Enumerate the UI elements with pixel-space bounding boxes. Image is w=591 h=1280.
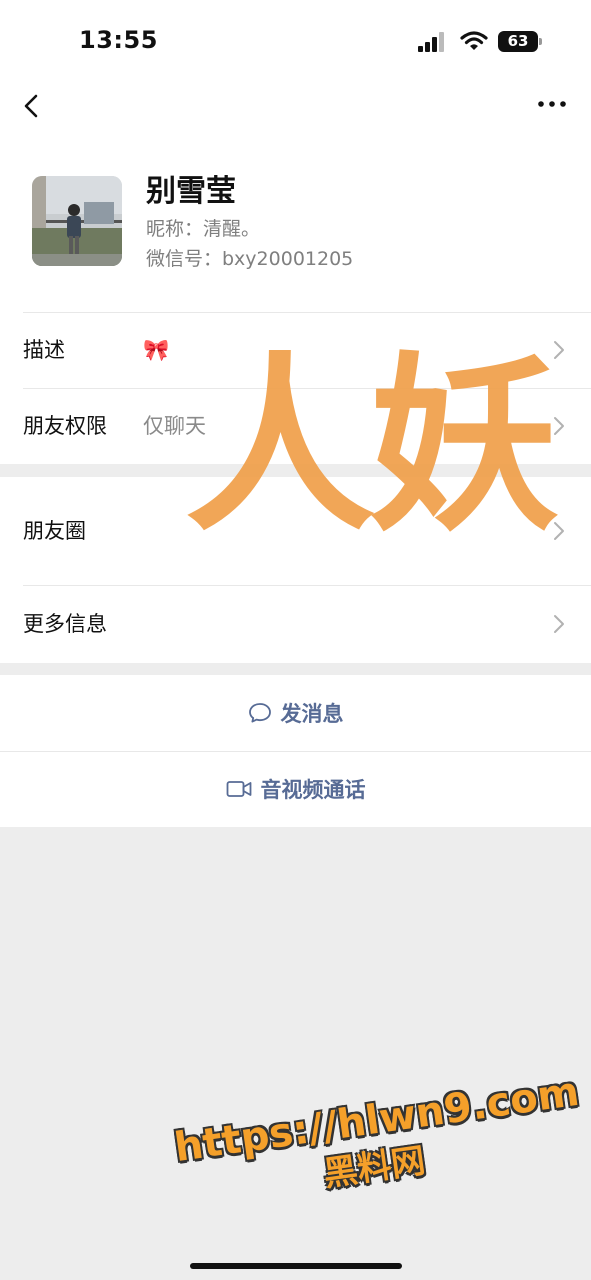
- video-camera-icon: [226, 781, 251, 797]
- wifi-icon: [460, 31, 488, 50]
- row-moments-label: 朋友圈: [23, 519, 86, 543]
- ellipsis-icon[interactable]: [536, 92, 568, 116]
- chevron-right-icon: [554, 341, 564, 359]
- battery-indicator: 63: [498, 30, 542, 52]
- watermark-text: 人妖: [185, 336, 559, 557]
- chevron-left-icon[interactable]: [18, 88, 46, 124]
- chevron-right-icon: [554, 522, 564, 540]
- row-permission-label: 朋友权限: [23, 414, 107, 438]
- avatar-photo: [32, 176, 122, 266]
- url-watermark: https://hlwn9.com 黑料网: [172, 1069, 582, 1215]
- chevron-right-icon: [554, 417, 564, 435]
- row-more-info[interactable]: 更多信息: [0, 585, 591, 663]
- video-call-label: 音视频通话: [260, 778, 366, 802]
- actions-section: 发消息 音视频通话: [0, 675, 591, 827]
- chevron-right-icon: [554, 615, 564, 633]
- status-icons: 63: [418, 28, 542, 54]
- profile-header: 别雪莹 昵称：清醒。 微信号：bxy20001205: [0, 132, 591, 312]
- nav-bar: [0, 80, 591, 132]
- row-description-label: 描述: [23, 338, 65, 362]
- video-call-button[interactable]: 音视频通话: [0, 751, 591, 827]
- row-more-info-label: 更多信息: [23, 612, 107, 636]
- home-indicator[interactable]: [190, 1263, 402, 1269]
- send-message-button[interactable]: 发消息: [0, 675, 591, 751]
- profile-nickname: 昵称：清醒。: [146, 218, 261, 240]
- status-bar: 13:55 63: [0, 0, 591, 80]
- status-time: 13:55: [79, 26, 158, 54]
- send-message-label: 发消息: [280, 702, 344, 726]
- avatar[interactable]: [32, 176, 122, 266]
- signal-icon: [418, 30, 450, 52]
- row-description-value: 🎀: [143, 338, 170, 362]
- chat-bubble-icon: [248, 703, 271, 723]
- profile-name: 别雪莹: [146, 174, 236, 209]
- profile-wechat-id: 微信号：bxy20001205: [146, 248, 354, 270]
